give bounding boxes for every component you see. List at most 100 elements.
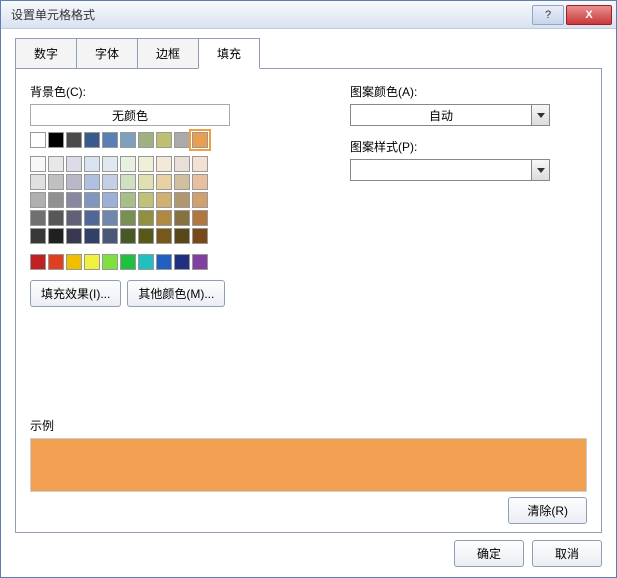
color-swatch[interactable] [102, 192, 118, 208]
color-swatch[interactable] [66, 156, 82, 172]
pattern-color-value: 自动 [351, 107, 531, 124]
tab-font[interactable]: 字体 [76, 38, 138, 69]
color-swatch[interactable] [84, 254, 100, 270]
color-swatch[interactable] [84, 192, 100, 208]
color-swatch[interactable] [84, 132, 100, 148]
color-swatch[interactable] [156, 156, 172, 172]
color-swatch[interactable] [138, 254, 154, 270]
color-swatch[interactable] [120, 228, 136, 244]
color-swatch[interactable] [30, 192, 46, 208]
color-swatch[interactable] [174, 254, 190, 270]
color-swatch[interactable] [102, 156, 118, 172]
color-swatch[interactable] [174, 174, 190, 190]
color-swatch[interactable] [84, 174, 100, 190]
color-swatch[interactable] [120, 254, 136, 270]
fill-button-row: 填充效果(I)... 其他颜色(M)... [30, 280, 310, 307]
sample-label: 示例 [30, 417, 587, 434]
tab-strip: 数字 字体 边框 填充 [15, 37, 602, 69]
fill-effects-button[interactable]: 填充效果(I)... [30, 280, 121, 307]
color-swatch[interactable] [84, 156, 100, 172]
color-swatch[interactable] [156, 228, 172, 244]
color-swatch[interactable] [192, 156, 208, 172]
pattern-style-dropdown[interactable] [350, 159, 550, 181]
color-swatch[interactable] [30, 156, 46, 172]
color-swatch[interactable] [48, 174, 64, 190]
color-swatch[interactable] [48, 156, 64, 172]
color-swatch[interactable] [30, 210, 46, 226]
color-swatch[interactable] [30, 228, 46, 244]
color-swatch[interactable] [102, 228, 118, 244]
color-swatch[interactable] [192, 132, 208, 148]
color-swatch[interactable] [84, 210, 100, 226]
color-swatch[interactable] [192, 210, 208, 226]
color-swatch[interactable] [138, 192, 154, 208]
chevron-down-icon [531, 160, 549, 180]
accent-color-row [30, 254, 310, 270]
color-swatch[interactable] [120, 192, 136, 208]
tab-border[interactable]: 边框 [137, 38, 199, 69]
color-swatch[interactable] [30, 254, 46, 270]
color-swatch[interactable] [192, 228, 208, 244]
tab-fill[interactable]: 填充 [198, 38, 260, 69]
color-swatch[interactable] [120, 156, 136, 172]
color-swatch[interactable] [138, 210, 154, 226]
dialog-buttons: 确定 取消 [454, 540, 602, 567]
cancel-button[interactable]: 取消 [532, 540, 602, 567]
pattern-style-label: 图案样式(P): [350, 138, 587, 155]
tab-number[interactable]: 数字 [15, 38, 77, 69]
color-swatch[interactable] [138, 132, 154, 148]
help-button[interactable]: ? [532, 5, 564, 25]
color-swatch[interactable] [48, 210, 64, 226]
color-swatch[interactable] [48, 254, 64, 270]
more-colors-button[interactable]: 其他颜色(M)... [127, 280, 225, 307]
color-swatch[interactable] [102, 254, 118, 270]
standard-color-grid [30, 156, 310, 244]
color-swatch[interactable] [138, 174, 154, 190]
color-swatch[interactable] [84, 228, 100, 244]
pattern-section: 图案颜色(A): 自动 图案样式(P): [350, 83, 587, 307]
color-swatch[interactable] [66, 210, 82, 226]
sample-section: 示例 [30, 417, 587, 492]
color-swatch[interactable] [156, 192, 172, 208]
color-swatch[interactable] [156, 132, 172, 148]
color-swatch[interactable] [138, 156, 154, 172]
color-swatch[interactable] [174, 210, 190, 226]
color-swatch[interactable] [156, 254, 172, 270]
color-swatch[interactable] [48, 192, 64, 208]
color-swatch[interactable] [48, 228, 64, 244]
color-swatch[interactable] [156, 174, 172, 190]
pattern-color-dropdown[interactable]: 自动 [350, 104, 550, 126]
ok-button[interactable]: 确定 [454, 540, 524, 567]
chevron-down-icon [531, 105, 549, 125]
color-swatch[interactable] [66, 228, 82, 244]
color-swatch[interactable] [102, 174, 118, 190]
content-area: 数字 字体 边框 填充 背景色(C): 无颜色 填充效果(I)... 其他颜色(… [15, 37, 602, 531]
pattern-color-label: 图案颜色(A): [350, 83, 587, 100]
color-swatch[interactable] [174, 192, 190, 208]
color-swatch[interactable] [120, 174, 136, 190]
color-swatch[interactable] [156, 210, 172, 226]
color-swatch[interactable] [174, 228, 190, 244]
no-color-button[interactable]: 无颜色 [30, 104, 230, 126]
color-swatch[interactable] [174, 156, 190, 172]
color-swatch[interactable] [192, 254, 208, 270]
color-swatch[interactable] [30, 132, 46, 148]
color-swatch[interactable] [48, 132, 64, 148]
color-swatch[interactable] [174, 132, 190, 148]
color-swatch[interactable] [120, 132, 136, 148]
color-swatch[interactable] [66, 192, 82, 208]
tab-body: 背景色(C): 无颜色 填充效果(I)... 其他颜色(M)... 图案颜色(A… [15, 69, 602, 533]
color-swatch[interactable] [66, 254, 82, 270]
color-swatch[interactable] [102, 210, 118, 226]
color-swatch[interactable] [138, 228, 154, 244]
color-swatch[interactable] [30, 174, 46, 190]
color-swatch[interactable] [192, 174, 208, 190]
color-swatch[interactable] [120, 210, 136, 226]
color-swatch[interactable] [102, 132, 118, 148]
color-swatch[interactable] [66, 174, 82, 190]
close-button[interactable]: X [566, 5, 612, 25]
clear-button[interactable]: 清除(R) [508, 497, 587, 524]
color-swatch[interactable] [66, 132, 82, 148]
window-title: 设置单元格格式 [11, 6, 532, 23]
color-swatch[interactable] [192, 192, 208, 208]
